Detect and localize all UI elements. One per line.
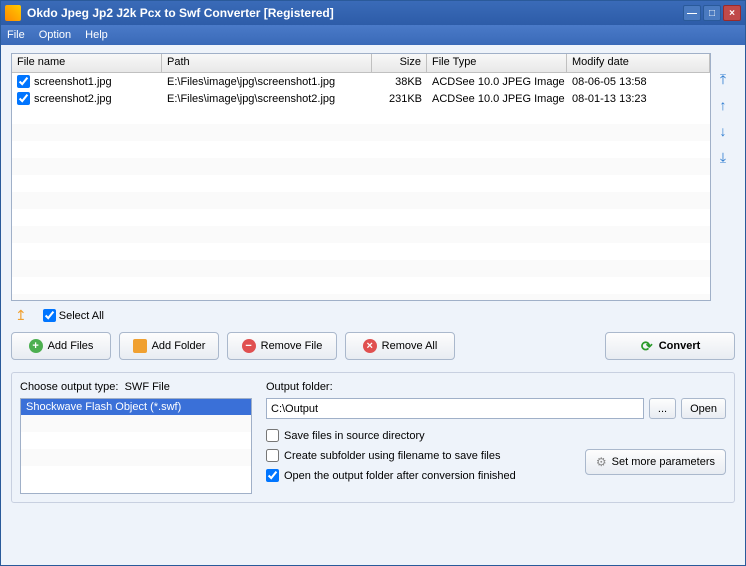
plus-icon: + [29, 339, 43, 353]
col-modifydate[interactable]: Modify date [567, 54, 710, 72]
app-icon [5, 5, 21, 21]
add-files-button[interactable]: +Add Files [11, 332, 111, 360]
convert-icon: ⟳ [640, 339, 654, 353]
output-type-selected[interactable]: Shockwave Flash Object (*.swf) [21, 399, 251, 415]
select-all-label: Select All [59, 310, 104, 322]
set-more-parameters-button[interactable]: ⚙Set more parameters [585, 449, 726, 475]
output-folder-input[interactable] [266, 398, 644, 419]
content-area: File name Path Size File Type Modify dat… [1, 45, 745, 565]
window-title: Okdo Jpeg Jp2 J2k Pcx to Swf Converter [… [27, 6, 681, 20]
folder-up-icon[interactable]: ↥ [15, 307, 27, 324]
remove-all-button[interactable]: ×Remove All [345, 332, 455, 360]
table-row[interactable]: screenshot1.jpgE:\Files\image\jpg\screen… [12, 73, 710, 90]
add-folder-button[interactable]: Add Folder [119, 332, 219, 360]
convert-button[interactable]: ⟳Convert [605, 332, 735, 360]
move-up-icon[interactable]: ↑ [715, 97, 731, 113]
browse-button[interactable]: ... [649, 398, 676, 419]
output-type-label: Choose output type: SWF File [20, 381, 252, 393]
move-bottom-icon[interactable]: ⤓ [715, 149, 731, 165]
row-checkbox[interactable] [17, 75, 30, 88]
menu-file[interactable]: File [7, 29, 25, 41]
gear-icon: ⚙ [596, 455, 607, 469]
file-list: File name Path Size File Type Modify dat… [11, 53, 711, 301]
remove-file-button[interactable]: −Remove File [227, 332, 337, 360]
move-top-icon[interactable]: ⤒ [715, 71, 731, 87]
menu-option[interactable]: Option [39, 29, 71, 41]
output-type-list[interactable]: Shockwave Flash Object (*.swf) [20, 398, 252, 494]
open-folder-button[interactable]: Open [681, 398, 726, 419]
app-window: Okdo Jpeg Jp2 J2k Pcx to Swf Converter [… [0, 0, 746, 566]
col-path[interactable]: Path [162, 54, 372, 72]
minimize-button[interactable]: — [683, 5, 701, 21]
folder-icon [133, 339, 147, 353]
menubar: File Option Help [1, 25, 745, 45]
titlebar: Okdo Jpeg Jp2 J2k Pcx to Swf Converter [… [1, 1, 745, 25]
col-size[interactable]: Size [372, 54, 427, 72]
reorder-controls: ⤒ ↑ ↓ ⤓ [711, 53, 735, 301]
menu-help[interactable]: Help [85, 29, 108, 41]
table-row[interactable]: screenshot2.jpgE:\Files\image\jpg\screen… [12, 90, 710, 107]
minus-icon: − [242, 339, 256, 353]
move-down-icon[interactable]: ↓ [715, 123, 731, 139]
select-all-checkbox[interactable]: Select All [43, 309, 104, 322]
row-checkbox[interactable] [17, 92, 30, 105]
col-filetype[interactable]: File Type [427, 54, 567, 72]
close-button[interactable]: × [723, 5, 741, 21]
col-filename[interactable]: File name [12, 54, 162, 72]
maximize-button[interactable]: □ [703, 5, 721, 21]
remove-all-icon: × [363, 339, 377, 353]
output-folder-label: Output folder: [266, 381, 726, 393]
table-body: screenshot1.jpgE:\Files\image\jpg\screen… [12, 73, 710, 301]
table-header: File name Path Size File Type Modify dat… [12, 54, 710, 73]
select-all-input[interactable] [43, 309, 56, 322]
save-source-option[interactable]: Save files in source directory [266, 429, 726, 442]
